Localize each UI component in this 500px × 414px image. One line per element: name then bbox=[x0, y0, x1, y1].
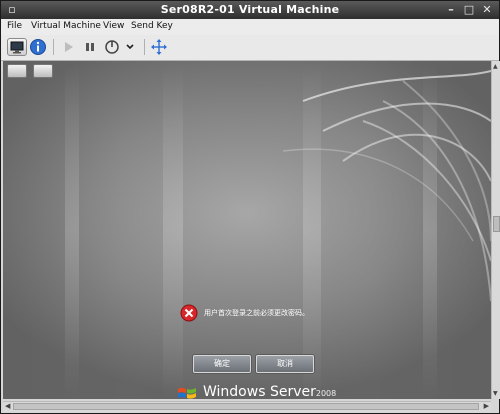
vm-overlay-button[interactable] bbox=[33, 64, 53, 78]
close-icon[interactable]: ✕ bbox=[481, 4, 493, 16]
toolbar-separator bbox=[53, 39, 54, 55]
logo-product: Windows Server bbox=[203, 384, 316, 399]
background-swoosh bbox=[282, 70, 491, 302]
power-icon[interactable] bbox=[103, 38, 123, 56]
pause-icon[interactable] bbox=[81, 38, 101, 56]
error-icon bbox=[180, 304, 198, 322]
cancel-button[interactable]: 取消 bbox=[256, 355, 314, 373]
logo-version: 2008 bbox=[315, 389, 337, 398]
windows-server-logo: Windows Server2008 bbox=[177, 384, 336, 399]
scroll-right-icon[interactable]: ▶ bbox=[484, 402, 489, 410]
window-title: Ser08R2-01 Virtual Machine bbox=[160, 3, 340, 16]
vertical-scroll-thumb[interactable] bbox=[493, 216, 500, 232]
vertical-scrollbar[interactable]: ▲ ▼ bbox=[491, 61, 500, 399]
horizontal-scroll-thumb[interactable] bbox=[13, 403, 479, 410]
menu-bar: File Virtual Machine View Send Key bbox=[1, 19, 499, 35]
menu-file[interactable]: File bbox=[7, 21, 22, 31]
toolbar-separator bbox=[144, 39, 145, 55]
ok-button[interactable]: 确定 bbox=[193, 355, 251, 373]
logo-text: Windows Server2008 bbox=[203, 384, 336, 399]
maximize-icon[interactable]: □ bbox=[463, 4, 475, 16]
scroll-left-icon[interactable]: ◀ bbox=[5, 402, 10, 410]
toolbar bbox=[1, 35, 499, 61]
vm-display[interactable]: 用户首次登录之前必须更改密码。 确定 取消 Windows Server2008 bbox=[3, 61, 491, 399]
windows-flag-icon bbox=[178, 387, 196, 399]
vm-overlay-button[interactable] bbox=[7, 64, 27, 78]
vm-window: ▫ Ser08R2-01 Virtual Machine – □ ✕ File … bbox=[0, 0, 500, 414]
scroll-down-icon[interactable]: ▼ bbox=[493, 390, 498, 397]
menu-virtual-machine[interactable]: Virtual Machine bbox=[31, 21, 101, 31]
play-icon[interactable] bbox=[59, 38, 79, 56]
minimize-icon[interactable]: – bbox=[445, 4, 457, 16]
fullscreen-icon[interactable] bbox=[150, 38, 170, 56]
title-bar: ▫ Ser08R2-01 Virtual Machine – □ ✕ bbox=[1, 1, 499, 19]
menu-send-key[interactable]: Send Key bbox=[131, 21, 173, 31]
error-message: 用户首次登录之前必须更改密码。 bbox=[204, 309, 309, 317]
info-icon[interactable] bbox=[29, 38, 49, 56]
menu-view[interactable]: View bbox=[103, 21, 124, 31]
dropdown-arrow-icon[interactable] bbox=[121, 38, 141, 56]
horizontal-scrollbar[interactable]: ◀ ▶ bbox=[3, 401, 491, 412]
console-icon[interactable] bbox=[7, 38, 27, 56]
scroll-up-icon[interactable]: ▲ bbox=[493, 63, 498, 70]
